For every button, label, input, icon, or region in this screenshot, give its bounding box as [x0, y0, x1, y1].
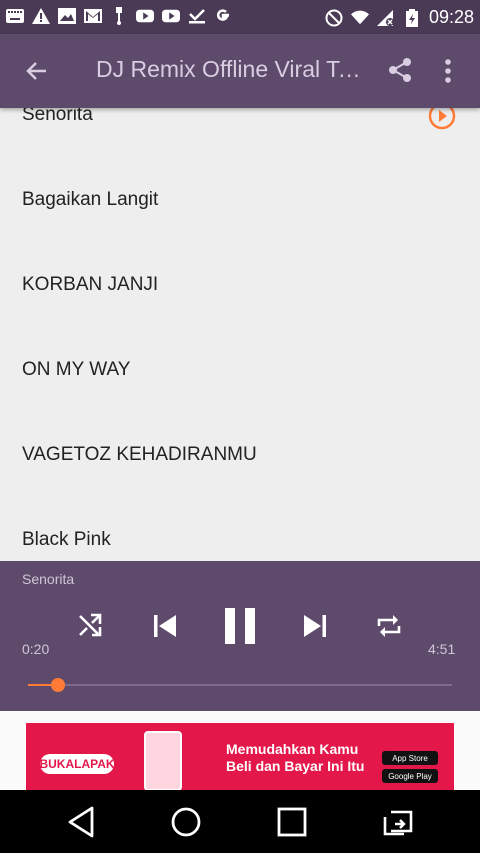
clock: 09:28	[428, 7, 474, 27]
usb-icon	[110, 7, 128, 25]
back-button[interactable]	[22, 56, 52, 86]
keyboard-icon	[6, 7, 24, 25]
wifi-icon	[350, 9, 369, 27]
arrow-back-icon	[26, 62, 46, 80]
signal-icon	[376, 9, 395, 27]
list-item[interactable]: ON MY WAY	[0, 341, 480, 426]
progress-thumb[interactable]	[50, 678, 65, 692]
list-item[interactable]: Senorita	[0, 108, 480, 171]
skip-previous-icon	[154, 615, 176, 637]
page-title: DJ Remix Offline Viral Terbaru	[96, 56, 361, 82]
download-done-icon	[188, 7, 206, 25]
list-item[interactable]: Black Pink	[0, 511, 480, 561]
ad-brand-logo: BUKALAPAK	[39, 754, 115, 774]
progress-track[interactable]	[28, 684, 452, 686]
nav-recents-icon	[277, 807, 307, 837]
elapsed-time: 0:20	[22, 641, 50, 657]
image-icon	[58, 7, 76, 25]
gmail-icon	[84, 7, 102, 25]
app-store-badge: App Store	[382, 751, 438, 765]
previous-button[interactable]	[150, 611, 180, 641]
nav-home-button[interactable]	[168, 804, 204, 840]
nav-back-button[interactable]	[64, 804, 100, 840]
list-item[interactable]: VAGETOZ KEHADIRANMU	[0, 426, 480, 511]
ad-banner[interactable]: BUKALAPAK Memudahkan Kamu Beli dan Bayar…	[26, 723, 454, 790]
song-title: VAGETOZ KEHADIRANMU	[22, 444, 257, 465]
ad-headline-line-2: Beli dan Bayar Ini Itu	[226, 758, 365, 774]
repeat-button[interactable]	[374, 611, 404, 641]
pause-icon	[225, 608, 255, 644]
repeat-icon	[377, 615, 401, 637]
notification-icons	[6, 7, 232, 25]
system-navigation-bar	[0, 790, 480, 853]
music-player: Senorita 0:20 4:51	[0, 561, 480, 711]
youtube-icon-2	[162, 7, 180, 25]
song-title: KORBAN JANJI	[22, 274, 159, 295]
phone-illustration	[144, 731, 182, 790]
more-vert-icon	[445, 59, 451, 83]
song-list[interactable]: Senorita Bagaikan Langit KORBAN JANJI ON…	[0, 108, 480, 561]
now-playing-title: Senorita	[22, 571, 75, 587]
share-icon	[389, 58, 411, 82]
google-play-badge: Google Play	[382, 769, 438, 783]
warning-icon	[32, 7, 50, 25]
song-title: ON MY WAY	[22, 359, 131, 380]
next-button[interactable]	[300, 611, 330, 641]
youtube-icon	[136, 7, 154, 25]
nav-home-icon	[171, 807, 201, 837]
song-title: Bagaikan Langit	[22, 189, 159, 210]
screen-share-icon	[383, 810, 413, 836]
share-button[interactable]	[386, 56, 414, 84]
nav-screen-share-button[interactable]	[380, 804, 416, 840]
ad-container: BUKALAPAK Memudahkan Kamu Beli dan Bayar…	[0, 711, 480, 790]
ad-headline: Memudahkan Kamu Beli dan Bayar Ini Itu	[226, 741, 364, 775]
do-not-disturb-icon	[325, 9, 343, 27]
total-duration: 4:51	[428, 641, 456, 657]
shuffle-icon	[79, 613, 102, 637]
battery-icon	[403, 8, 421, 27]
list-item[interactable]: Bagaikan Langit	[0, 171, 480, 256]
list-item[interactable]: KORBAN JANJI	[0, 256, 480, 341]
play-circle-icon	[428, 108, 456, 130]
status-bar: 09:28	[0, 0, 480, 34]
ad-headline-line-1: Memudahkan Kamu	[226, 741, 359, 757]
play-button[interactable]	[428, 108, 456, 130]
google-icon	[214, 7, 232, 25]
skip-next-icon	[304, 615, 326, 637]
song-title: Black Pink	[22, 529, 111, 550]
song-title: Senorita	[22, 108, 93, 125]
shuffle-button[interactable]	[76, 611, 104, 639]
app-bar: DJ Remix Offline Viral Terbaru	[0, 34, 480, 108]
pause-button[interactable]	[220, 606, 260, 646]
system-status-icons: 09:28	[325, 7, 474, 28]
more-options-button[interactable]	[436, 56, 460, 86]
nav-recents-button[interactable]	[274, 804, 310, 840]
nav-back-icon	[68, 806, 94, 838]
